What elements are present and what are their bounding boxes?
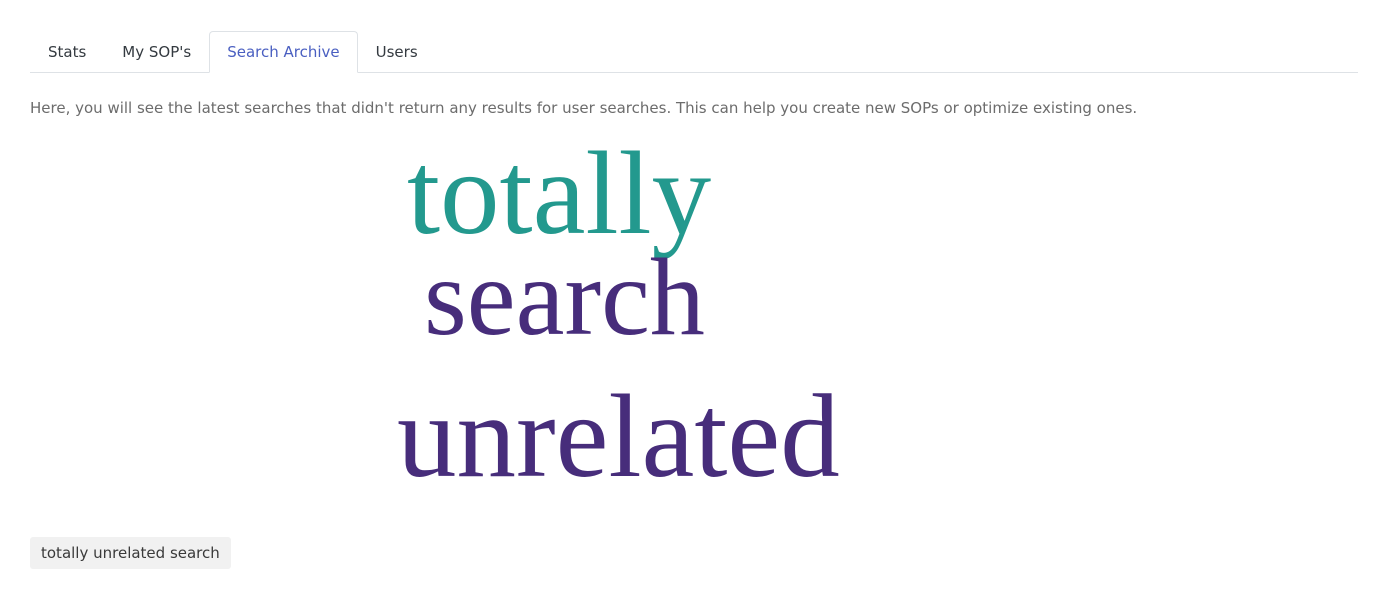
- word-cloud-word: unrelated: [397, 370, 840, 502]
- intro-text: Here, you will see the latest searches t…: [30, 99, 1138, 117]
- tab-search-archive[interactable]: Search Archive: [209, 31, 358, 73]
- search-term-chip[interactable]: totally unrelated search: [30, 537, 231, 569]
- word-cloud: totally search unrelated: [0, 0, 1395, 614]
- tab-my-sops[interactable]: My SOP's: [104, 31, 209, 73]
- tab-bar: Stats My SOP's Search Archive Users: [30, 31, 1358, 73]
- tab-stats[interactable]: Stats: [30, 31, 104, 73]
- tab-users[interactable]: Users: [358, 31, 436, 73]
- word-cloud-word: search: [424, 236, 705, 358]
